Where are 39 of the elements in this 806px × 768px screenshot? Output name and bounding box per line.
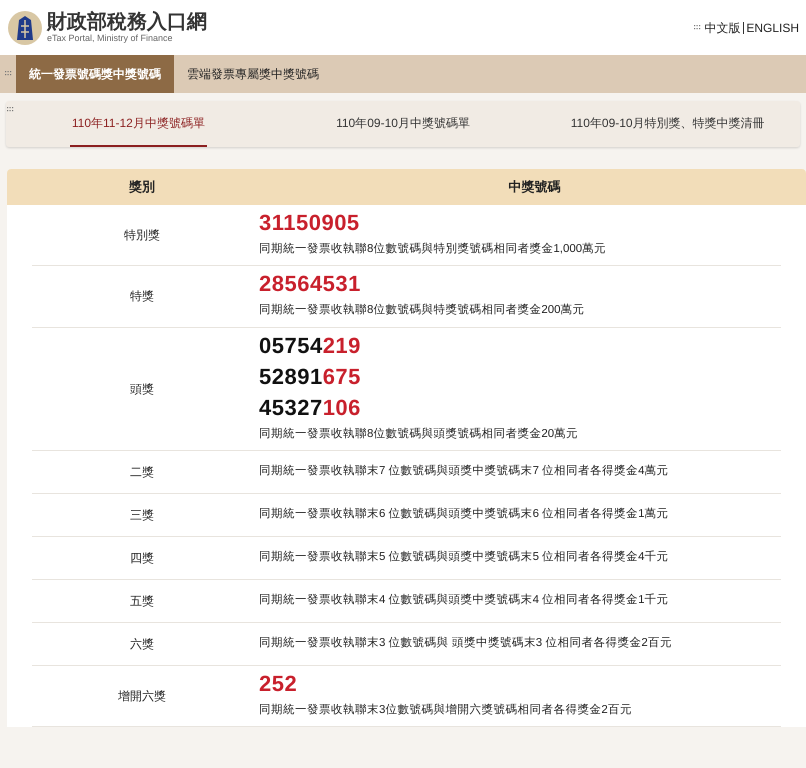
prize-name: 四獎 (129, 550, 155, 567)
prize-name: 特獎 (129, 288, 155, 306)
winning-number: 05754219 (259, 332, 362, 360)
main-tab[interactable]: 統一發票號碼獎中獎號碼 (16, 55, 174, 93)
prize-description: 同期統一發票收執聯末5 位數號碼與頭獎中獎號碼末5 位相同者各得獎金4千元 (259, 550, 669, 566)
prize-description: 同期統一發票收執聯末6 位數號碼與頭獎中獎號碼末6 位相同者各得獎金1萬元 (259, 506, 669, 522)
period-tab[interactable]: 110年11-12月中獎號碼單 (70, 101, 207, 147)
prize-description: 同期統一發票收執聯8位數號碼與特獎號碼相同者獎金200萬元 (259, 302, 585, 318)
winning-number: 31150905 (259, 209, 361, 237)
winning-number: 52891675 (259, 362, 362, 390)
prize-name: 二獎 (129, 464, 155, 481)
dots-icon (5, 71, 12, 77)
language-link[interactable]: ENGLISH (746, 18, 799, 36)
site-name: 財政部稅務入口網 (47, 10, 207, 32)
dots-icon (7, 107, 14, 113)
winning-number: 252 (259, 670, 298, 698)
column-header: 中獎號碼 (508, 178, 562, 196)
period-tab[interactable]: 110年09-10月中獎號碼單 (334, 101, 472, 147)
prize-name: 頭獎 (129, 380, 155, 398)
language-link[interactable]: 中文版 (704, 18, 740, 36)
site-subtitle: eTax Portal, Ministry of Finance (47, 32, 174, 45)
dots-icon (694, 24, 702, 30)
column-header: 獎別 (128, 178, 156, 196)
prize-description: 同期統一發票收執聯末3位數號碼與增開六獎號碼相同者各得獎金2百元 (259, 702, 632, 718)
period-tab[interactable]: 110年09-10月特別獎、特獎中獎清冊 (568, 101, 767, 147)
emblem-logo (7, 10, 43, 46)
prize-name: 特別獎 (123, 227, 161, 244)
prize-description: 同期統一發票收執聯8位數號碼與特別獎號碼相同者獎金1,000萬元 (259, 242, 606, 257)
prize-name: 五獎 (129, 592, 155, 610)
prize-name: 三獎 (129, 506, 155, 524)
prize-description: 同期統一發票收執聯末7 位數號碼與頭獎中獎號碼末7 位相同者各得獎金4萬元 (259, 464, 669, 480)
prize-description: 同期統一發票收執聯8位數號碼與頭獎號碼相同者獎金20萬元 (259, 426, 578, 442)
prize-name: 增開六獎 (117, 688, 167, 705)
prize-name: 六獎 (129, 636, 155, 653)
main-tab[interactable]: 雲端發票專屬獎中獎號碼 (174, 55, 332, 93)
winning-number: 45327106 (259, 394, 362, 422)
prize-description: 同期統一發票收執聯末4 位數號碼與頭獎中獎號碼末4 位相同者各得獎金1千元 (259, 592, 669, 608)
winning-number: 28564531 (259, 270, 362, 298)
prize-description: 同期統一發票收執聯末3 位數號碼與 頭獎中獎號碼末3 位相同者各得獎金2百元 (259, 636, 672, 652)
